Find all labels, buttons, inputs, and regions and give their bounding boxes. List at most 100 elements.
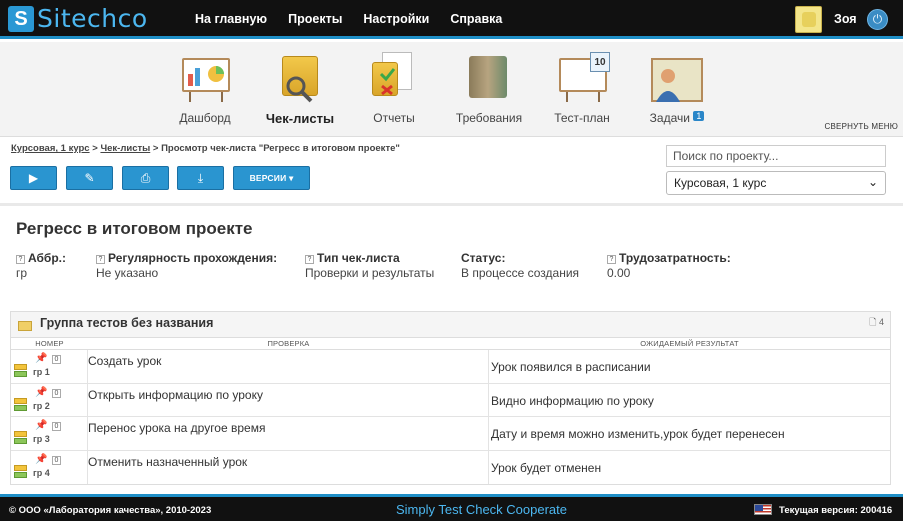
row-check: Отменить назначенный урок bbox=[88, 450, 489, 484]
prop-value: гр bbox=[16, 266, 28, 280]
module-label: Задачи 1 bbox=[637, 111, 717, 125]
module-reports[interactable]: Отчеты bbox=[354, 52, 434, 125]
prop-value: Проверки и результаты bbox=[305, 266, 435, 280]
comment-count[interactable]: 0 bbox=[52, 355, 61, 364]
download-icon: ⤓ bbox=[197, 171, 204, 185]
logo-text: Sitechco bbox=[37, 4, 148, 33]
breadcrumb-current: Просмотр чек-листа "Регресс в итоговом п… bbox=[161, 143, 400, 154]
folder-icon bbox=[18, 321, 32, 331]
nav-settings[interactable]: Настройки bbox=[363, 12, 429, 26]
module-dashboard[interactable]: Дашборд bbox=[165, 52, 245, 125]
main-nav: На главную Проекты Настройки Справка bbox=[195, 12, 523, 26]
priority-flag-icon bbox=[14, 364, 27, 370]
power-icon[interactable]: ⏻ bbox=[867, 9, 888, 30]
module-testplan[interactable]: 10 Тест-план bbox=[542, 52, 622, 125]
copyright: © ООО «Лаборатория качества», 2010-2023 bbox=[9, 505, 212, 516]
row-number: гр 2 bbox=[33, 400, 50, 411]
breadcrumb-project[interactable]: Курсовая, 1 курс bbox=[11, 143, 90, 154]
reports-icon bbox=[366, 52, 422, 104]
group-header[interactable]: Группа тестов без названия 🗋 4 bbox=[11, 312, 890, 338]
help-icon[interactable]: ? bbox=[305, 255, 314, 264]
status-flag-icon bbox=[14, 371, 27, 377]
row-result: Видно информацию по уроку bbox=[491, 393, 654, 408]
breadcrumb-checklists[interactable]: Чек-листы bbox=[100, 143, 150, 154]
version: Текущая версия: 200416 bbox=[779, 505, 893, 516]
nav-home[interactable]: На главную bbox=[195, 12, 267, 26]
row-number: гр 3 bbox=[33, 434, 50, 444]
versions-button[interactable]: ВЕРСИИ ▾ bbox=[233, 166, 310, 190]
nav-projects[interactable]: Проекты bbox=[288, 12, 342, 26]
row-result: Урок появился в расписании bbox=[491, 360, 651, 374]
page-title: Регресс в итоговом проекте bbox=[16, 219, 253, 238]
user-name[interactable]: Зоя bbox=[834, 12, 857, 26]
comment-count[interactable]: 0 bbox=[52, 422, 61, 431]
prop-name: Статус: bbox=[461, 251, 506, 265]
module-label: Требования bbox=[455, 111, 523, 125]
collapse-menu-link[interactable]: СВЕРНУТЬ МЕНЮ bbox=[825, 122, 898, 131]
priority-flag-icon bbox=[14, 431, 27, 437]
help-icon[interactable]: ? bbox=[16, 255, 25, 264]
table-row[interactable]: 📌 0 гр 3 Перенос урока на другое время Д… bbox=[11, 417, 890, 451]
pin-icon[interactable]: 📌 bbox=[35, 454, 47, 465]
avatar[interactable] bbox=[795, 6, 822, 33]
group-count: 🗋 4 bbox=[869, 315, 884, 331]
tasks-person-icon bbox=[649, 52, 705, 104]
prop-value: 0.00 bbox=[607, 266, 631, 280]
prop-name: Аббр.: bbox=[28, 251, 66, 265]
project-select[interactable]: Курсовая, 1 курс ⌄ bbox=[666, 171, 886, 195]
document-icon: 🗋 bbox=[869, 317, 877, 327]
play-icon: ▶ bbox=[28, 171, 39, 185]
table-row[interactable]: 📌 0 гр 4 Отменить назначенный урок Урок … bbox=[11, 450, 890, 484]
prop-name: Тип чек-листа bbox=[317, 251, 400, 265]
group-title: Группа тестов без названия bbox=[40, 316, 214, 330]
help-icon[interactable]: ? bbox=[96, 255, 105, 264]
col-number: НОМЕР bbox=[35, 339, 64, 348]
comment-count[interactable]: 0 bbox=[52, 455, 61, 465]
row-number-cell: 📌 0 гр 1 bbox=[11, 350, 88, 383]
us-flag-icon[interactable] bbox=[754, 504, 772, 515]
prop-name: Регулярность прохождения: bbox=[108, 251, 278, 265]
col-check: ПРОВЕРКА bbox=[267, 339, 310, 348]
pin-icon[interactable]: 📌 bbox=[35, 353, 47, 364]
breadcrumb: Курсовая, 1 курс > Чек-листы > Просмотр … bbox=[11, 143, 400, 154]
module-tasks[interactable]: Задачи 1 bbox=[637, 52, 717, 125]
edit-button[interactable]: ✎ bbox=[66, 166, 113, 190]
search-input[interactable] bbox=[666, 145, 886, 167]
comment-count[interactable]: 0 bbox=[52, 388, 61, 398]
prop-name: Трудозатратность: bbox=[619, 251, 731, 265]
priority-flag-icon bbox=[14, 397, 27, 404]
slogan: Simply Test Check Cooperate bbox=[396, 502, 568, 517]
row-check: Создать урок bbox=[88, 350, 489, 383]
row-number-cell: 📌 0 гр 3 bbox=[11, 417, 88, 450]
row-number-cell: 📌 0 гр 2 bbox=[11, 383, 88, 416]
pin-icon[interactable]: 📌 bbox=[35, 420, 47, 431]
module-menu: Дашборд Чек-листы Отчеты Требования 10 Т… bbox=[0, 42, 903, 137]
priority-flag-icon bbox=[14, 464, 27, 471]
logo[interactable]: S Sitechco bbox=[8, 6, 148, 32]
help-icon[interactable]: ? bbox=[607, 255, 616, 264]
prop-value: В процессе создания bbox=[461, 266, 580, 280]
module-requirements[interactable]: Требования bbox=[449, 52, 529, 125]
prop-value: Не указано bbox=[96, 266, 159, 280]
run-button[interactable]: ▶ bbox=[10, 166, 57, 190]
print-button[interactable]: ⎙ bbox=[122, 166, 169, 190]
table-row[interactable]: 📌 0 гр 1 Создать урок Урок появился в ра… bbox=[11, 350, 890, 384]
table-row[interactable]: 📌 0 гр 2 Открыть информацию по уроку Вид… bbox=[11, 383, 890, 417]
testplan-calendar-icon: 10 bbox=[554, 52, 610, 104]
prop-effort: ? Трудозатратность: 0.00 bbox=[607, 251, 731, 280]
tasks-label: Задачи bbox=[649, 111, 690, 125]
project-select-value: Курсовая, 1 курс bbox=[674, 176, 767, 190]
table-header: НОМЕР ПРОВЕРКА ОЖИДАЕМЫЙ РЕЗУЛЬТАТ bbox=[11, 338, 890, 350]
nav-help[interactable]: Справка bbox=[450, 12, 502, 26]
module-checklists[interactable]: Чек-листы bbox=[260, 52, 340, 126]
group-count-value: 4 bbox=[878, 317, 884, 327]
row-number: гр 4 bbox=[33, 467, 50, 478]
chevron-down-icon: ⌄ bbox=[867, 175, 878, 189]
download-button[interactable]: ⤓ bbox=[177, 166, 224, 190]
top-bar: S Sitechco На главную Проекты Настройки … bbox=[0, 0, 903, 39]
breadcrumb-sep: > bbox=[152, 143, 159, 154]
module-label: Чек-листы bbox=[265, 111, 335, 126]
pin-icon[interactable]: 📌 bbox=[35, 387, 47, 398]
tasks-badge: 1 bbox=[693, 111, 705, 121]
status-flag-icon bbox=[14, 404, 27, 411]
